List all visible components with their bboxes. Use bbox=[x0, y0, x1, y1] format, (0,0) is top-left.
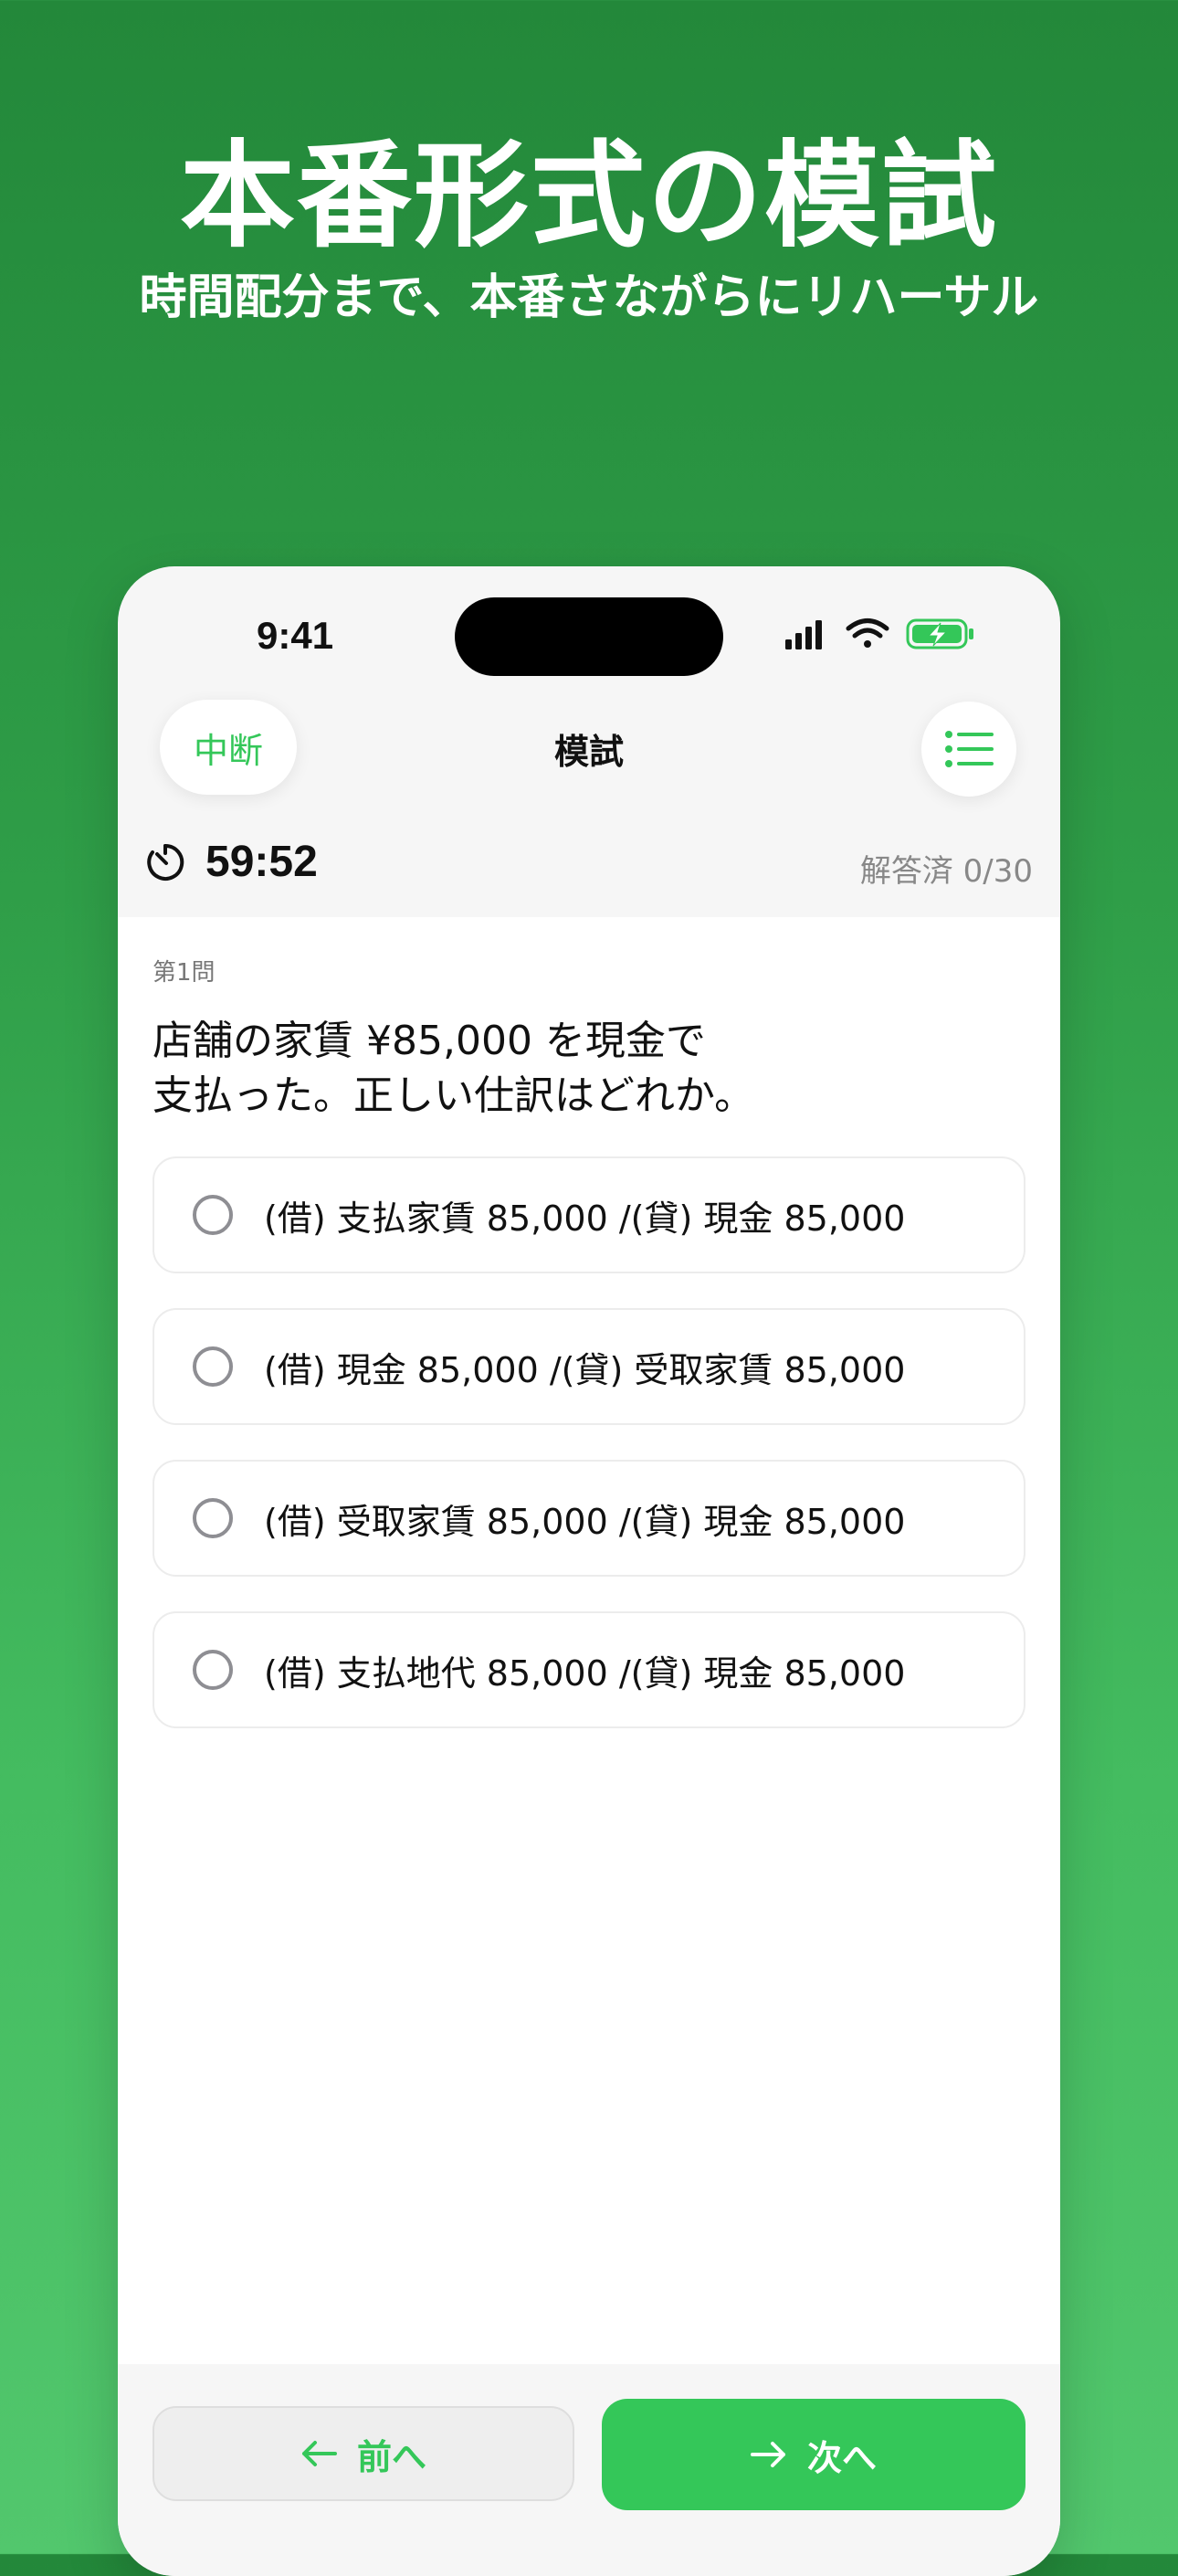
question-line-2: 支払った。正しい仕訳はどれか。 bbox=[153, 1072, 755, 1119]
status-icons bbox=[785, 618, 973, 649]
status-time: 9:41 bbox=[257, 614, 334, 657]
bottom-navigation: 前へ 次へ bbox=[118, 2364, 1060, 2576]
signal-icon bbox=[785, 620, 822, 649]
page-title: 模試 bbox=[553, 732, 624, 772]
answer-option-3[interactable]: (借) 受取家賃 85,000 /(貸) 現金 85,000 bbox=[153, 1460, 1025, 1577]
battery-charging-icon bbox=[906, 618, 973, 649]
question-number: 第1問 bbox=[153, 959, 216, 987]
timer-icon bbox=[147, 843, 184, 881]
timer-text: 59:52 bbox=[205, 838, 318, 886]
answer-option-label: (借) 支払家賃 85,000 /(貸) 現金 85,000 bbox=[264, 1198, 906, 1239]
answer-option-2[interactable]: (借) 現金 85,000 /(貸) 受取家賃 85,000 bbox=[153, 1308, 1025, 1425]
radio-icon[interactable] bbox=[193, 1498, 233, 1538]
previous-button[interactable]: 前へ bbox=[153, 2406, 574, 2501]
list-icon bbox=[945, 731, 994, 767]
next-button[interactable]: 次へ bbox=[602, 2399, 1025, 2510]
answered-count: 解答済 0/30 bbox=[859, 853, 1033, 890]
radio-icon[interactable] bbox=[193, 1346, 233, 1387]
phone-frame: 9:41 中断 模試 59:52 解答済 0/30 第1問 店舗の家賃 ¥85,… bbox=[118, 566, 1060, 2576]
question-line-1: 店舗の家賃 ¥85,000 を現金で bbox=[153, 1018, 706, 1064]
question-text: 店舗の家賃 ¥85,000 を現金で 支払った。正しい仕訳はどれか。 bbox=[153, 1014, 1011, 1124]
timer: 59:52 bbox=[145, 837, 318, 887]
answer-option-4[interactable]: (借) 支払地代 85,000 /(貸) 現金 85,000 bbox=[153, 1611, 1025, 1728]
promo-headline: 本番形式の模試 bbox=[180, 129, 998, 263]
answer-option-1[interactable]: (借) 支払家賃 85,000 /(貸) 現金 85,000 bbox=[153, 1156, 1025, 1273]
arrow-right-icon bbox=[750, 2441, 787, 2468]
answer-option-label: (借) 支払地代 85,000 /(貸) 現金 85,000 bbox=[264, 1652, 906, 1694]
radio-icon[interactable] bbox=[193, 1195, 233, 1235]
dynamic-island bbox=[455, 597, 723, 676]
arrow-left-icon bbox=[300, 2440, 337, 2467]
question-list-button[interactable] bbox=[921, 702, 1016, 797]
previous-label: 前へ bbox=[356, 2436, 426, 2477]
promo-subline: 時間配分まで、本番さながらにリハーサル bbox=[139, 270, 1039, 325]
answer-option-label: (借) 受取家賃 85,000 /(貸) 現金 85,000 bbox=[264, 1501, 906, 1542]
wifi-icon bbox=[846, 618, 889, 648]
next-label: 次へ bbox=[806, 2437, 877, 2478]
answer-option-label: (借) 現金 85,000 /(貸) 受取家賃 85,000 bbox=[264, 1349, 906, 1390]
radio-icon[interactable] bbox=[193, 1650, 233, 1690]
question-card: 第1問 店舗の家賃 ¥85,000 を現金で 支払った。正しい仕訳はどれか。 (… bbox=[118, 917, 1060, 2364]
